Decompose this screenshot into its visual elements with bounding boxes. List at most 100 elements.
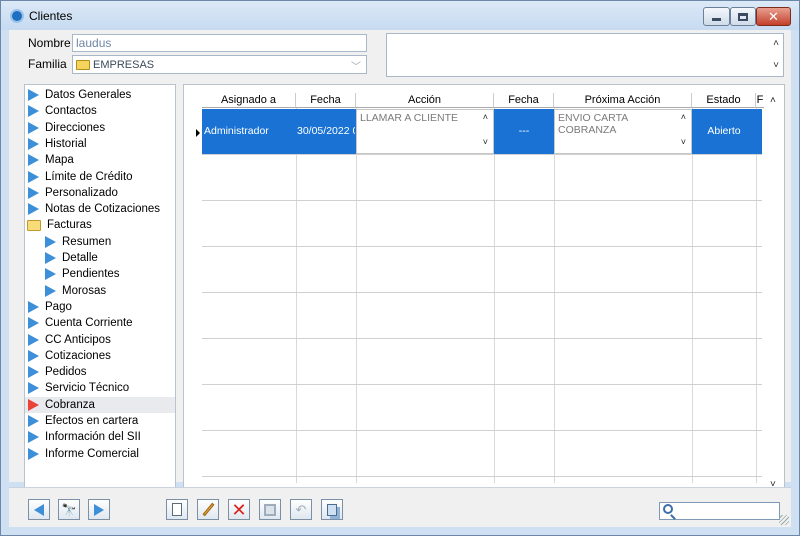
next-record-button[interactable] bbox=[88, 499, 110, 520]
cell-proxima-accion[interactable]: ENVIO CARTA COBRANZA ˄ ˅ bbox=[554, 109, 692, 154]
familia-value: EMPRESAS bbox=[93, 58, 155, 71]
blue-triangle-icon bbox=[28, 121, 39, 134]
save-icon bbox=[264, 503, 276, 516]
nav-item[interactable]: Cotizaciones bbox=[25, 348, 175, 364]
grid-row-line bbox=[202, 384, 762, 385]
nav-item[interactable]: Pendientes bbox=[25, 266, 175, 282]
blue-triangle-icon bbox=[28, 154, 39, 167]
cell-fecha[interactable]: 30/05/2022 0 bbox=[297, 125, 355, 137]
col-asignado[interactable]: Asignado a bbox=[202, 93, 296, 108]
memo-scroll-up-icon[interactable]: ˄ bbox=[773, 38, 779, 49]
nav-item[interactable]: Facturas bbox=[25, 217, 175, 233]
notes-memo[interactable]: ˄ ˅ bbox=[386, 33, 784, 77]
blue-triangle-icon bbox=[28, 333, 39, 346]
resize-grip-icon[interactable] bbox=[779, 515, 789, 525]
clientes-window: Clientes ✕ Nombre laudus Familia EMPRESA… bbox=[0, 0, 800, 536]
nav-item-label: Cotizaciones bbox=[45, 349, 111, 362]
quick-search-input[interactable] bbox=[659, 502, 780, 520]
grid-row-line bbox=[202, 476, 762, 477]
nav-item[interactable]: Cuenta Corriente bbox=[25, 315, 175, 331]
nav-item-label: Direcciones bbox=[45, 121, 106, 134]
binoculars-icon: 🔭 bbox=[61, 502, 77, 517]
cell-fecha-2[interactable]: --- bbox=[494, 125, 554, 137]
vertical-scrollbar[interactable]: ˄ ˅ bbox=[764, 93, 783, 491]
nav-item[interactable]: Mapa bbox=[25, 152, 175, 168]
nav-item[interactable]: Direcciones bbox=[25, 120, 175, 136]
nav-item[interactable]: Informe Comercial bbox=[25, 446, 175, 462]
nav-item[interactable]: Contactos bbox=[25, 103, 175, 119]
nav-item[interactable]: Personalizado bbox=[25, 185, 175, 201]
nav-item[interactable]: Detalle bbox=[25, 250, 175, 266]
nav-item[interactable]: Efectos en cartera bbox=[25, 413, 175, 429]
grid-row-line bbox=[202, 292, 762, 293]
undo-button[interactable]: ↶ bbox=[290, 499, 312, 520]
close-icon: ✕ bbox=[768, 9, 779, 24]
delete-button[interactable]: ✕ bbox=[228, 499, 250, 520]
cell-scroll-down-icon[interactable]: ˅ bbox=[483, 137, 488, 147]
cell-scroll-up-icon[interactable]: ˄ bbox=[681, 112, 686, 122]
grid-col-divider bbox=[554, 108, 555, 483]
minimize-button[interactable] bbox=[703, 7, 730, 26]
blue-triangle-icon bbox=[28, 170, 39, 183]
nombre-label: Nombre bbox=[28, 36, 71, 50]
cell-accion[interactable]: LLAMAR A CLIENTE ˄ ˅ bbox=[356, 109, 494, 154]
window-client-area: Nombre laudus Familia EMPRESAS ﹀ ˄ ˅ Dat… bbox=[9, 30, 791, 503]
nav-item-label: Servicio Técnico bbox=[45, 382, 130, 395]
nombre-input[interactable]: laudus bbox=[72, 34, 367, 52]
nav-item-label: Informe Comercial bbox=[45, 447, 139, 460]
nav-item[interactable]: Límite de Crédito bbox=[25, 169, 175, 185]
chevron-down-icon[interactable]: ﹀ bbox=[351, 58, 361, 73]
prev-record-button[interactable] bbox=[28, 499, 50, 520]
new-button[interactable] bbox=[166, 499, 188, 520]
blue-triangle-icon bbox=[28, 203, 39, 216]
close-button[interactable]: ✕ bbox=[756, 7, 791, 26]
save-button[interactable] bbox=[259, 499, 281, 520]
cell-scroll-down-icon[interactable]: ˅ bbox=[681, 137, 686, 147]
table-row[interactable]: Administrador 30/05/2022 0 LLAMAR A CLIE… bbox=[202, 109, 762, 154]
nav-item[interactable]: CC Anticipos bbox=[25, 332, 175, 348]
nav-item[interactable]: Historial bbox=[25, 136, 175, 152]
nav-item[interactable]: Morosas bbox=[25, 283, 175, 299]
row-pointer-icon bbox=[196, 129, 200, 137]
maximize-button[interactable] bbox=[730, 7, 756, 26]
memo-scroll-down-icon[interactable]: ˅ bbox=[773, 60, 779, 71]
blue-triangle-icon bbox=[28, 300, 39, 313]
nav-item-label: Facturas bbox=[47, 219, 92, 232]
col-accion[interactable]: Acción bbox=[356, 93, 494, 108]
nav-item-label: CC Anticipos bbox=[45, 333, 111, 346]
col-estado[interactable]: Estado bbox=[692, 93, 756, 108]
nav-item[interactable]: Pedidos bbox=[25, 364, 175, 380]
nav-item[interactable]: Cobranza bbox=[25, 396, 175, 413]
blue-triangle-icon bbox=[45, 268, 56, 281]
grid-row-line bbox=[202, 338, 762, 339]
col-f[interactable]: F bbox=[756, 93, 764, 108]
search-button[interactable]: 🔭 bbox=[58, 499, 80, 520]
nav-item[interactable]: Resumen bbox=[25, 234, 175, 250]
copy-button[interactable] bbox=[321, 499, 343, 520]
nav-item[interactable]: Notas de Cotizaciones bbox=[25, 201, 175, 217]
col-fecha[interactable]: Fecha bbox=[296, 93, 356, 108]
cell-proxima-text: ENVIO CARTA COBRANZA bbox=[558, 112, 628, 136]
pencil-icon bbox=[202, 502, 214, 517]
title-bar[interactable]: Clientes ✕ bbox=[1, 1, 799, 30]
nav-item[interactable]: Datos Generales bbox=[25, 87, 175, 103]
cell-estado[interactable]: Abierto bbox=[692, 125, 756, 137]
edit-button[interactable] bbox=[197, 499, 219, 520]
blue-triangle-icon bbox=[45, 252, 56, 264]
nav-item-label: Efectos en cartera bbox=[45, 415, 139, 427]
familia-select[interactable]: EMPRESAS ﹀ bbox=[72, 55, 367, 74]
nav-item[interactable]: Información del SII bbox=[25, 429, 175, 445]
nav-item[interactable]: Pago bbox=[25, 299, 175, 315]
blue-triangle-icon bbox=[45, 235, 56, 248]
section-nav-list: Datos Generales Contactos Direcciones Histo… bbox=[24, 84, 176, 494]
col-proxima-accion[interactable]: Próxima Acción bbox=[554, 93, 692, 108]
scroll-up-icon[interactable]: ˄ bbox=[770, 95, 776, 106]
cell-scroll-up-icon[interactable]: ˄ bbox=[483, 112, 488, 122]
nav-item-label: Cobranza bbox=[45, 398, 95, 411]
nav-item-label: Datos Generales bbox=[45, 89, 132, 101]
familia-label: Familia bbox=[28, 57, 67, 71]
nav-item-label: Pedidos bbox=[45, 366, 87, 379]
cell-asignado[interactable]: Administrador bbox=[204, 125, 296, 137]
nav-item[interactable]: Servicio Técnico bbox=[25, 380, 175, 396]
col-fecha-2[interactable]: Fecha bbox=[494, 93, 554, 108]
